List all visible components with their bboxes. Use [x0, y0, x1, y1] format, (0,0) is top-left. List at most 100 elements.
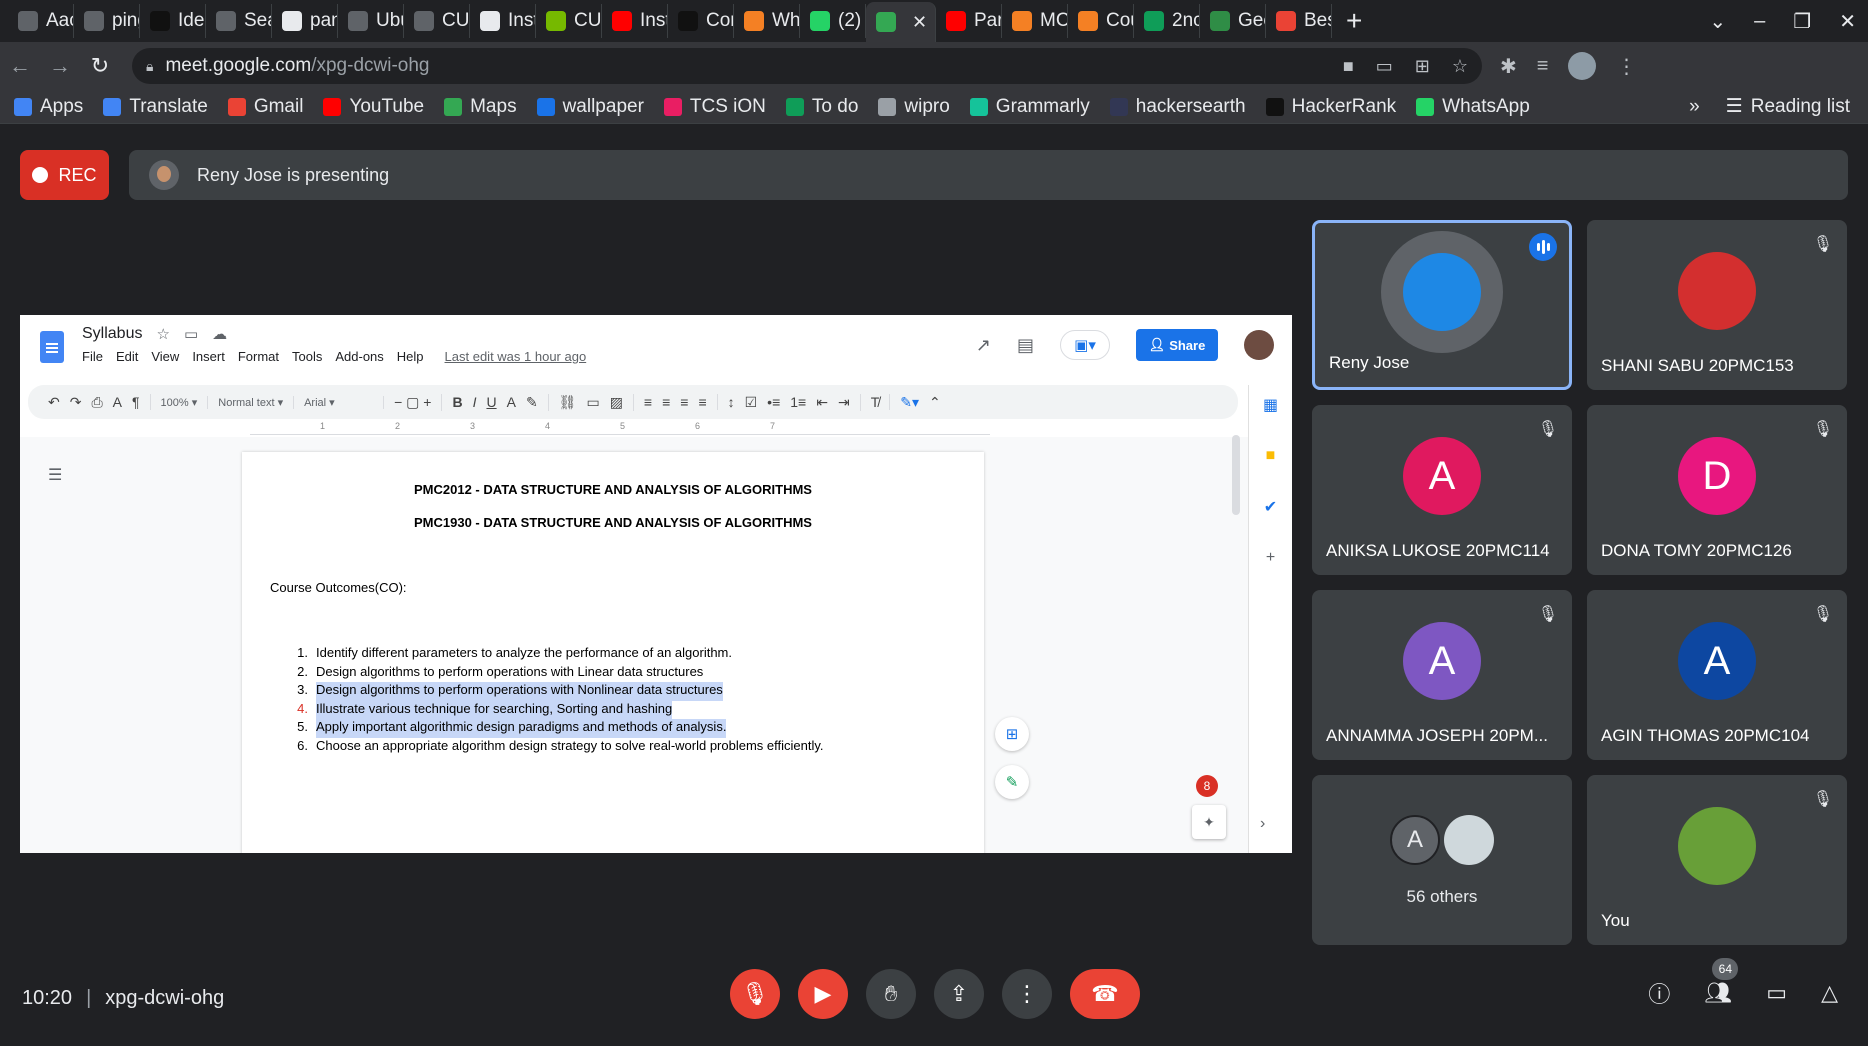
decrease-indent-icon[interactable]: ⇤	[816, 394, 828, 411]
minimize-icon[interactable]: –	[1754, 10, 1765, 33]
highlight-icon[interactable]: ✎	[526, 393, 549, 411]
address-bar[interactable]: 🔒︎ meet.google.com/xpg-dcwi-ohg ■ ▭ ⊞ ☆	[132, 48, 1482, 84]
last-edit-link[interactable]: Last edit was 1 hour ago	[445, 349, 587, 364]
extensions-icon[interactable]: ✱	[1500, 54, 1517, 79]
lock-icon[interactable]: 🔒︎	[146, 58, 153, 75]
camera-off-icon[interactable]: ▶︎	[798, 969, 848, 1019]
browser-tab[interactable]: Cor	[668, 4, 734, 38]
profile-avatar[interactable]	[1568, 52, 1597, 80]
browser-tab[interactable]: ping	[74, 4, 140, 38]
more-bookmarks-icon[interactable]: »	[1689, 96, 1700, 118]
browser-tab[interactable]: Bes	[1266, 4, 1332, 38]
clear-format-icon[interactable]: T̸	[871, 394, 891, 410]
doc-page[interactable]: PMC2012 - DATA STRUCTURE AND ANALYSIS OF…	[242, 452, 984, 853]
media-control-icon[interactable]: ≡	[1537, 55, 1549, 78]
participant-tile[interactable]: SHANI SABU 20PMC153 🎙︎	[1587, 220, 1847, 390]
bookmark-item[interactable]: To do	[785, 96, 858, 118]
docs-menu-item[interactable]: View	[151, 349, 179, 364]
spellcheck-icon[interactable]: A	[113, 394, 122, 410]
docs-menu-item[interactable]: Format	[238, 349, 279, 364]
align-center-icon[interactable]: ≡	[662, 394, 670, 410]
redo-icon[interactable]: ↷	[70, 394, 82, 411]
forward-icon[interactable]: →	[40, 53, 80, 79]
cloud-status-icon[interactable]: ☁	[212, 325, 227, 343]
recording-indicator[interactable]: REC	[20, 150, 109, 200]
move-folder-icon[interactable]: ▭	[184, 325, 198, 343]
participant-tile[interactable]: A 56 others	[1312, 775, 1572, 945]
line-spacing-icon[interactable]: ↕	[728, 394, 735, 410]
back-icon[interactable]: ←	[0, 53, 40, 79]
docs-menu-item[interactable]: Edit	[116, 349, 138, 364]
hang-up-icon[interactable]: ☎︎	[1070, 969, 1140, 1019]
browser-tab[interactable]: CUI	[404, 4, 470, 38]
mic-off-icon[interactable]: 🎙︎	[730, 969, 780, 1019]
browser-tab[interactable]: MC	[1002, 4, 1068, 38]
editing-mode-icon[interactable]: ✎▾	[900, 394, 919, 411]
zoom-select[interactable]: 100% ▾	[161, 395, 209, 409]
profile-dropdown-icon[interactable]: ⌄	[1709, 9, 1726, 34]
add-comment-icon[interactable]: ⊞	[995, 717, 1029, 751]
new-tab-icon[interactable]: +	[1332, 5, 1376, 37]
camera-icon[interactable]: ■	[1343, 56, 1354, 77]
bold-icon[interactable]: B	[452, 394, 462, 410]
share-button[interactable]: 👤︎ Share	[1136, 329, 1218, 361]
bookmark-item[interactable]: wallpaper	[536, 96, 644, 118]
people-icon[interactable]: 👥︎ 64	[1704, 958, 1739, 1006]
docs-logo-icon[interactable]	[40, 331, 64, 363]
browser-tab[interactable]: Inst	[602, 4, 668, 38]
restore-icon[interactable]: ❐	[1793, 9, 1811, 34]
browser-tab[interactable]: pan	[272, 4, 338, 38]
participant-tile[interactable]: You 🎙︎	[1587, 775, 1847, 945]
bookmark-item[interactable]: YouTube	[323, 96, 424, 118]
participant-tile[interactable]: A ANNAMMA JOSEPH 20PM... 🎙︎	[1312, 590, 1572, 760]
comment-add-icon[interactable]: ▭	[586, 394, 599, 411]
participant-tile[interactable]: A ANIKSA LUKOSE 20PMC114 🎙︎	[1312, 405, 1572, 575]
bookmark-item[interactable]: Gmail	[227, 96, 303, 118]
browser-tab[interactable]: Gee	[1200, 4, 1266, 38]
docs-menu-item[interactable]: File	[82, 349, 103, 364]
reload-icon[interactable]: ↻	[80, 53, 120, 79]
tab-close-icon[interactable]: ✕	[912, 12, 927, 33]
tasks-icon[interactable]: ✔	[1264, 497, 1277, 517]
browser-tab[interactable]: Sea	[206, 4, 272, 38]
bookmark-item[interactable]: wipro	[878, 96, 950, 118]
keep-icon[interactable]: ■	[1266, 447, 1276, 465]
bookmark-item[interactable]: HackerRank	[1265, 96, 1396, 118]
browser-tab[interactable]: CUI	[536, 4, 602, 38]
bookmark-item[interactable]: WhatsApp	[1416, 96, 1530, 118]
suggest-edit-icon[interactable]: ✎	[995, 765, 1029, 799]
participant-tile[interactable]: Reny Jose	[1312, 220, 1572, 390]
expand-panel-icon[interactable]: ›	[1260, 815, 1265, 833]
style-select[interactable]: Normal text ▾	[218, 395, 295, 409]
activities-icon[interactable]: △	[1821, 980, 1838, 1006]
participant-tile[interactable]: A AGIN THOMAS 20PMC104 🎙︎	[1587, 590, 1847, 760]
bookmark-item[interactable]: Grammarly	[969, 96, 1090, 118]
browser-tab[interactable]: Par	[936, 4, 1002, 38]
browser-tab[interactable]: Wh	[734, 4, 800, 38]
comments-icon[interactable]: ▤	[1017, 335, 1034, 356]
align-right-icon[interactable]: ≡	[680, 394, 688, 410]
underline-icon[interactable]: U	[486, 394, 496, 410]
docs-user-avatar[interactable]	[1244, 330, 1274, 360]
outline-icon[interactable]: ☰	[48, 465, 62, 485]
browser-tab[interactable]: (2)	[800, 4, 866, 38]
print-icon[interactable]: ⎙	[91, 394, 102, 411]
browser-tab[interactable]: Ider	[140, 4, 206, 38]
link-icon[interactable]: ⛓	[559, 394, 577, 411]
bookmark-item[interactable]: TCS iON	[663, 96, 766, 118]
chat-icon[interactable]: ▭	[1766, 980, 1787, 1006]
close-window-icon[interactable]: ✕	[1839, 9, 1856, 34]
calendar-icon[interactable]: ▦	[1263, 395, 1278, 415]
browser-tab[interactable]: ✕	[866, 2, 936, 42]
more-options-icon[interactable]: ⋮	[1002, 969, 1052, 1019]
star-icon[interactable]: ☆	[156, 325, 169, 343]
bookmark-item[interactable]: Maps	[444, 96, 517, 118]
browser-tab[interactable]: Inst	[470, 4, 536, 38]
numbered-list-icon[interactable]: 1≡	[790, 394, 806, 410]
paint-format-icon[interactable]: ¶	[132, 394, 151, 410]
bookmark-item[interactable]: Translate	[103, 96, 208, 118]
reading-list-button[interactable]: ☰ Reading list	[1726, 95, 1850, 118]
participant-tile[interactable]: D DONA TOMY 20PMC126 🎙︎	[1587, 405, 1847, 575]
chrome-menu-icon[interactable]: ⋮	[1616, 54, 1636, 79]
align-left-icon[interactable]: ≡	[644, 394, 652, 410]
